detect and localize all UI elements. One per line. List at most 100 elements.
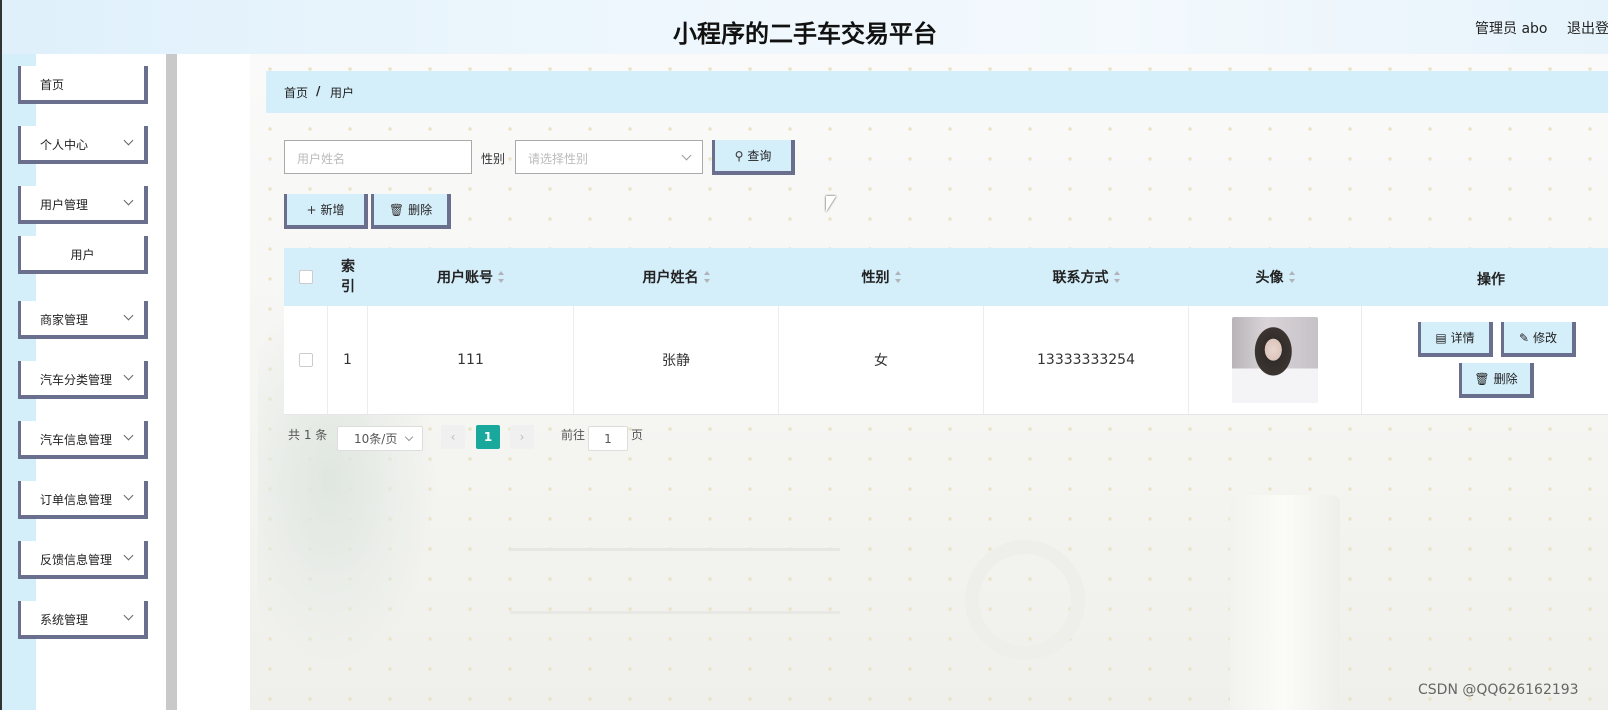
detail-button[interactable]: ▤ 详情 <box>1418 322 1493 357</box>
user-table: 索引 用户账号 用户姓名 性别 联系方式 头像 操作 1 111 张静 女 13… <box>284 248 1608 415</box>
admin-user-label: 管理员 abo <box>1475 21 1548 37</box>
header-avatar[interactable]: 头像 <box>1189 248 1362 306</box>
chevron-down-icon <box>123 490 134 501</box>
cell-name: 张静 <box>574 306 779 414</box>
chevron-down-icon <box>681 150 692 161</box>
page-size-select[interactable]: 10条/页 <box>337 426 423 451</box>
sidebar-item-home[interactable]: 首页 <box>18 66 148 104</box>
detail-button-label: 详情 <box>1450 331 1475 345</box>
goto-label: 前往 <box>561 428 586 442</box>
avatar[interactable] <box>1232 317 1318 403</box>
edit-button[interactable]: ✎ 修改 <box>1501 322 1576 357</box>
trash-icon: 🗑 <box>1474 371 1490 386</box>
sort-icon[interactable] <box>1288 271 1296 283</box>
header-contact-label: 联系方式 <box>1052 270 1109 286</box>
header-index: 索引 <box>341 259 355 295</box>
chevron-left-icon: ‹ <box>450 430 456 444</box>
breadcrumb-current: 用户 <box>330 86 355 100</box>
header-account-label: 用户账号 <box>437 270 493 286</box>
header-avatar-label: 头像 <box>1255 270 1284 286</box>
edit-icon: ✎ <box>1518 330 1530 345</box>
page-size-value: 10条/页 <box>354 432 398 446</box>
header-gender[interactable]: 性别 <box>779 248 984 306</box>
row-delete-button-label: 删除 <box>1493 372 1518 386</box>
query-button-label: 查询 <box>747 149 772 163</box>
chevron-right-icon: › <box>519 430 525 444</box>
cell-index: 1 <box>328 306 368 414</box>
sidebar-item-system-management[interactable]: 系统管理 <box>18 601 148 639</box>
background-shelf-decoration <box>510 548 840 614</box>
sidebar-item-order-info-management[interactable]: 订单信息管理 <box>18 481 148 519</box>
sort-icon[interactable] <box>703 271 711 283</box>
sort-icon[interactable] <box>498 271 505 283</box>
goto-page-input[interactable]: 1 <box>588 426 628 451</box>
sidebar-item-label: 用户 <box>70 248 95 262</box>
sidebar-scrollbar[interactable] <box>166 54 177 710</box>
header-name[interactable]: 用户姓名 <box>574 248 779 306</box>
sort-icon[interactable] <box>894 271 902 283</box>
background-ring-decoration <box>965 540 1085 660</box>
query-button[interactable]: ⚲ 查询 <box>712 140 795 175</box>
sidebar-item-personal-center[interactable]: 个人中心 <box>18 126 148 164</box>
trash-icon: 🗑 <box>388 202 405 217</box>
page-number-current[interactable]: 1 <box>476 425 500 449</box>
header-gender-label: 性别 <box>861 270 890 286</box>
sidebar-item-label: 系统管理 <box>40 613 89 627</box>
search-icon: ⚲ <box>734 148 744 163</box>
background-vase-decoration <box>1230 495 1340 710</box>
document-icon: ▤ <box>1435 330 1447 345</box>
table-row: 1 111 张静 女 13333333254 <box>284 306 1608 415</box>
prev-page-button[interactable]: ‹ <box>441 425 465 449</box>
sidebar-item-label: 反馈信息管理 <box>40 553 113 567</box>
sidebar-gap <box>177 54 250 710</box>
plus-icon: + <box>306 202 317 217</box>
header-select-all[interactable] <box>284 248 328 306</box>
cell-avatar <box>1189 306 1362 414</box>
add-button-label: 新增 <box>320 203 345 217</box>
chevron-down-icon <box>123 135 134 146</box>
sidebar-item-label: 用户管理 <box>40 198 89 212</box>
sidebar-item-merchant-management[interactable]: 商家管理 <box>18 301 148 339</box>
sidebar-item-car-category-management[interactable]: 汽车分类管理 <box>18 361 148 399</box>
sidebar-item-user-management[interactable]: 用户管理 <box>18 186 148 224</box>
sidebar-item-label: 汽车信息管理 <box>40 433 113 447</box>
breadcrumb-home[interactable]: 首页 <box>284 84 308 101</box>
watermark: CSDN @QQ626162193 <box>1418 682 1579 698</box>
pagination-total: 共 1 条 <box>288 428 328 442</box>
sidebar-item-label: 首页 <box>40 78 65 92</box>
user-name-search-input[interactable]: 用户姓名 <box>284 140 472 174</box>
row-delete-button[interactable]: 🗑 删除 <box>1459 363 1534 398</box>
sidebar-item-feedback-management[interactable]: 反馈信息管理 <box>18 541 148 579</box>
sidebar-item-car-info-management[interactable]: 汽车信息管理 <box>18 421 148 459</box>
chevron-down-icon <box>123 430 134 441</box>
header-contact[interactable]: 联系方式 <box>984 248 1189 306</box>
logout-link[interactable]: 退出登 <box>1567 18 1608 38</box>
add-button[interactable]: + 新增 <box>284 194 368 229</box>
select-all-checkbox[interactable] <box>299 270 313 284</box>
sidebar-item-label: 商家管理 <box>40 313 89 327</box>
sort-icon[interactable] <box>1113 271 1121 283</box>
breadcrumb: 首页 / 用户 <box>266 71 1608 113</box>
breadcrumb-separator: / <box>316 84 321 98</box>
header-account[interactable]: 用户账号 <box>368 248 574 306</box>
next-page-button[interactable]: › <box>510 425 534 449</box>
row-select-cell[interactable] <box>284 306 328 414</box>
sidebar-item-users[interactable]: 用户 <box>18 236 148 274</box>
table-header: 索引 用户账号 用户姓名 性别 联系方式 头像 操作 <box>284 248 1608 306</box>
batch-delete-button-label: 删除 <box>408 203 433 217</box>
cell-gender: 女 <box>779 306 984 414</box>
chevron-down-icon <box>404 432 414 442</box>
cell-account: 111 <box>368 306 574 414</box>
row-checkbox[interactable] <box>298 353 313 367</box>
gender-select-placeholder: 请选择性别 <box>528 152 589 166</box>
top-header: 小程序的二手车交易平台 管理员 abo 退出登 <box>0 0 1608 54</box>
app-title: 小程序的二手车交易平台 <box>673 20 937 48</box>
sidebar-item-label: 个人中心 <box>40 138 89 152</box>
edit-button-label: 修改 <box>1533 331 1558 345</box>
gender-select[interactable]: 请选择性别 <box>515 140 703 174</box>
chevron-down-icon <box>123 610 134 621</box>
sidebar-item-label: 订单信息管理 <box>40 493 113 507</box>
chevron-down-icon <box>123 195 134 206</box>
batch-delete-button[interactable]: 🗑 删除 <box>371 194 451 229</box>
chevron-down-icon <box>123 550 134 561</box>
